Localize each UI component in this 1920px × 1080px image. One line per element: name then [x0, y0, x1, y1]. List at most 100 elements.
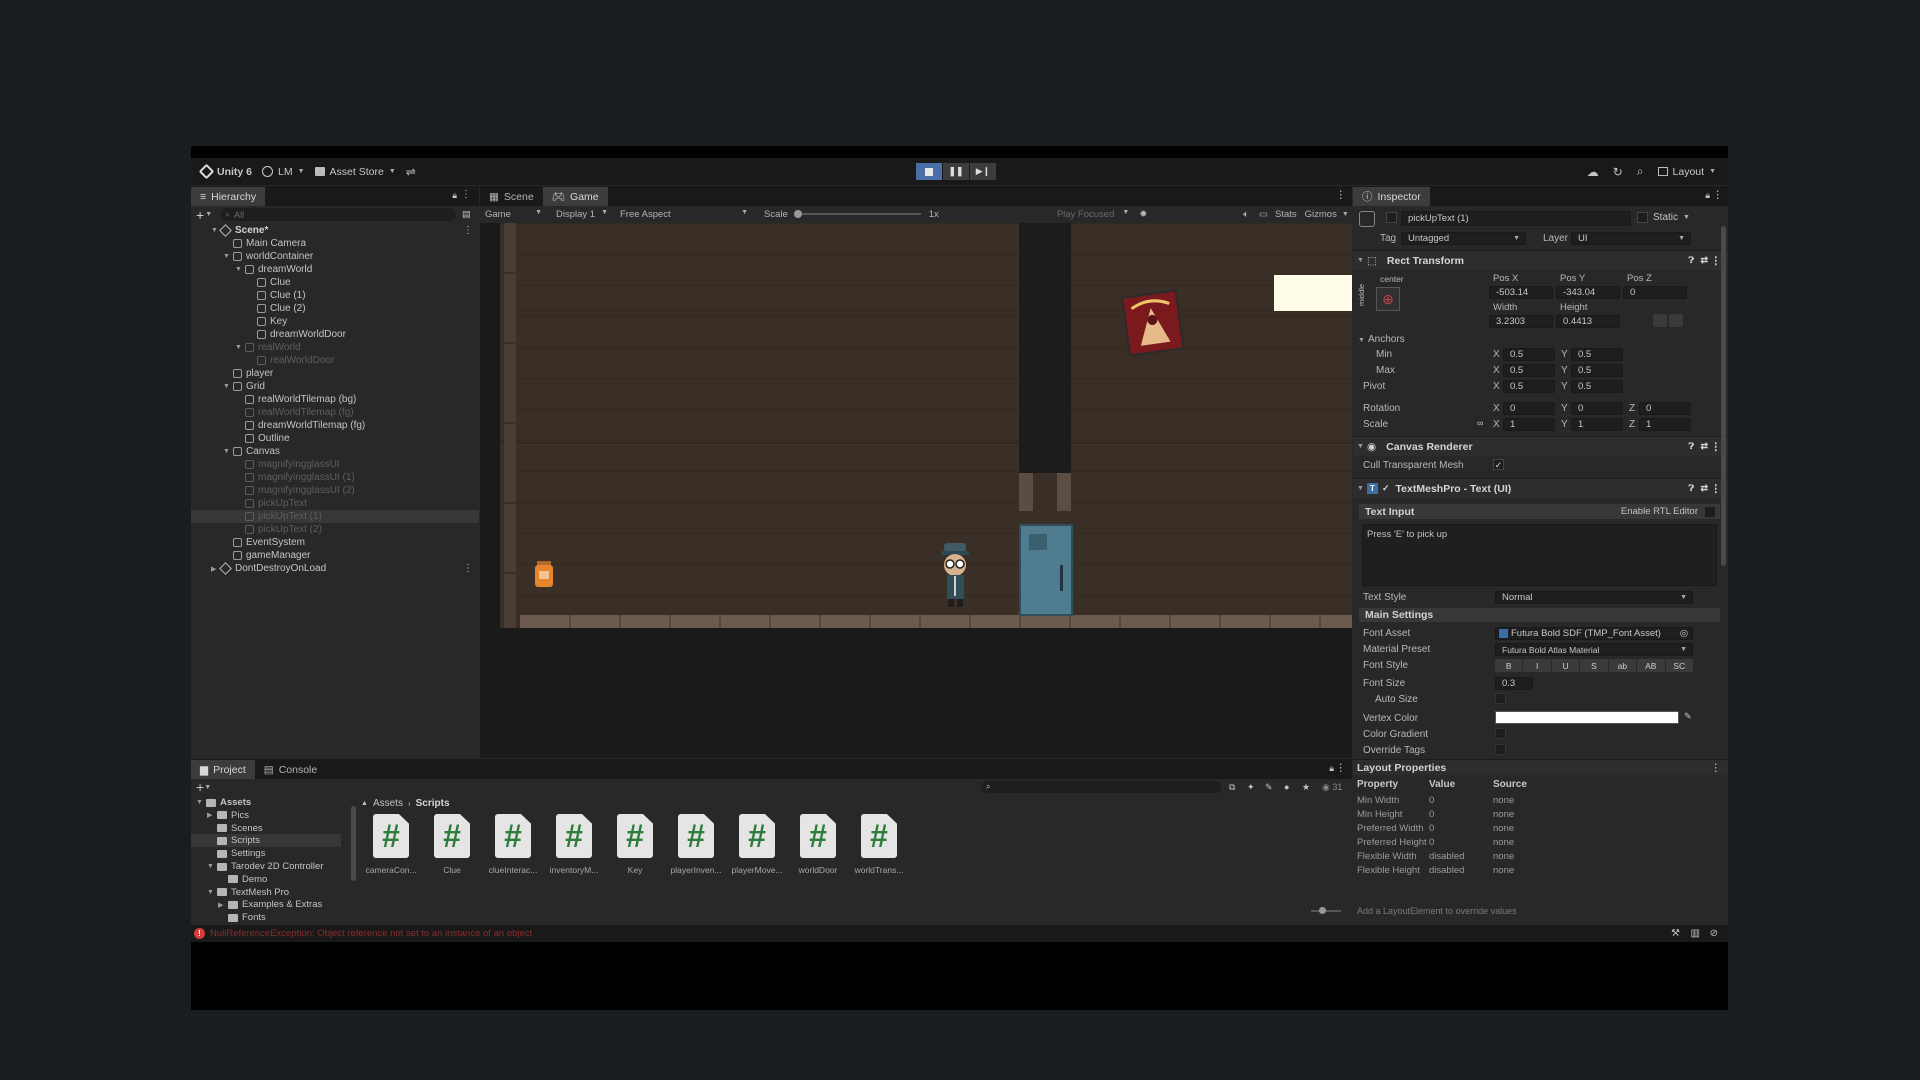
script-asset[interactable]: # worldTrans...: [849, 814, 909, 875]
script-asset[interactable]: # worldDoor: [788, 814, 848, 875]
filter-icon[interactable]: ▤: [462, 209, 471, 220]
material-dropdown[interactable]: Futura Bold Atlas Material ▼: [1495, 643, 1693, 656]
kebab-menu-icon[interactable]: ⋮: [461, 189, 471, 200]
chevron-down-icon[interactable]: ▼: [1358, 337, 1368, 344]
game-viewport[interactable]: [480, 223, 1352, 758]
static-checkbox[interactable]: [1637, 212, 1648, 223]
font-style-button[interactable]: ab: [1608, 659, 1637, 672]
add-icon[interactable]: +: [196, 207, 204, 223]
hierarchy-item[interactable]: Key: [191, 315, 479, 328]
favorite-icon[interactable]: ★: [1302, 782, 1310, 793]
hierarchy-item[interactable]: Clue: [191, 276, 479, 289]
hierarchy-item[interactable]: dreamWorldDoor: [191, 328, 479, 341]
lock-icon[interactable]: 🔒︎: [1705, 190, 1710, 201]
slider-thumb[interactable]: [793, 210, 802, 218]
help-icon[interactable]: ❓︎: [1689, 441, 1694, 452]
kebab-menu-icon[interactable]: ⋮: [1713, 189, 1724, 201]
color-gradient-checkbox[interactable]: [1495, 728, 1506, 739]
kebab-menu-icon[interactable]: ⋮: [1711, 255, 1722, 267]
scale-x-field[interactable]: 1: [1503, 418, 1555, 431]
project-tree-scrollbar[interactable]: [351, 806, 356, 881]
breadcrumb-scripts[interactable]: Scripts: [416, 798, 450, 809]
layer-dropdown[interactable]: UI ▼: [1571, 232, 1691, 245]
hierarchy-search[interactable]: ⌕ All: [220, 208, 457, 221]
script-asset[interactable]: # Key: [605, 814, 665, 875]
hierarchy-item[interactable]: ▼ worldContainer: [191, 250, 479, 263]
hierarchy-item[interactable]: Clue (1): [191, 289, 479, 302]
folder-item[interactable]: Fonts: [191, 911, 341, 924]
hierarchy-item[interactable]: ▼ Grid: [191, 380, 479, 393]
help-icon[interactable]: ❓︎: [1689, 483, 1694, 494]
script-asset[interactable]: # playerInven...: [666, 814, 726, 875]
hierarchy-item[interactable]: dreamWorldTilemap (fg): [191, 419, 479, 432]
tab-project[interactable]: ▆ Project: [191, 760, 255, 779]
hierarchy-item[interactable]: Main Camera: [191, 237, 479, 250]
bug-icon[interactable]: ✹: [1139, 209, 1147, 220]
tab-game[interactable]: 🎮︎ Game: [542, 187, 608, 206]
kebab-menu-icon[interactable]: ⋮: [1336, 762, 1347, 774]
hierarchy-item[interactable]: EventSystem: [191, 536, 479, 549]
constrain-proportions-icon[interactable]: ∞: [1477, 418, 1483, 428]
icon-size-slider[interactable]: [1311, 907, 1341, 914]
rtl-checkbox[interactable]: [1705, 506, 1715, 517]
width-field[interactable]: 3.2303: [1489, 315, 1553, 328]
hierarchy-item[interactable]: magnifyingglassUI (1): [191, 471, 479, 484]
progress-icon[interactable]: ▥: [1691, 928, 1700, 939]
active-checkbox[interactable]: [1386, 212, 1397, 223]
tab-console[interactable]: ▤ Console: [255, 760, 326, 779]
pivot-x-field[interactable]: 0.5: [1503, 380, 1555, 393]
add-icon[interactable]: +: [196, 779, 204, 795]
override-tags-checkbox[interactable]: [1495, 744, 1506, 755]
build-icon[interactable]: ⚒: [1671, 928, 1680, 939]
preset-icon[interactable]: ⇄: [1700, 255, 1708, 266]
chevron-down-icon[interactable]: ▼: [235, 266, 245, 273]
hierarchy-item[interactable]: ▼ dreamWorld: [191, 263, 479, 276]
play-button[interactable]: [916, 163, 942, 180]
dontdestroy-row[interactable]: ▶ DontDestroyOnLoad ⋮: [191, 562, 479, 575]
posz-field[interactable]: 0: [1623, 286, 1687, 299]
font-style-button[interactable]: I: [1523, 659, 1551, 672]
tab-inspector[interactable]: ⓘ Inspector: [1353, 187, 1430, 206]
chevron-down-icon[interactable]: ▼: [223, 448, 233, 455]
preset-icon[interactable]: ⇄: [1700, 483, 1708, 494]
slider-thumb[interactable]: [1319, 907, 1326, 914]
rot-x-field[interactable]: 0: [1503, 402, 1555, 415]
chevron-right-icon[interactable]: ▶: [218, 901, 228, 909]
hierarchy-item[interactable]: ▼ realWorld: [191, 341, 479, 354]
text-input-area[interactable]: Press 'E' to pick up: [1362, 524, 1717, 586]
textmeshpro-header[interactable]: ▼ T ✓ TextMeshPro - Text (UI) ❓︎ ⇄ ⋮: [1353, 478, 1728, 498]
layout-properties-header[interactable]: Layout Properties ⋮: [1353, 759, 1728, 775]
account-dropdown[interactable]: LM ▼: [262, 162, 305, 182]
rot-z-field[interactable]: 0: [1639, 402, 1691, 415]
pause-button[interactable]: ❚❚: [943, 163, 969, 180]
sync-icon[interactable]: ⊘: [1710, 928, 1718, 939]
hierarchy-item[interactable]: player: [191, 367, 479, 380]
mute-audio-icon[interactable]: 🔈︎: [1243, 209, 1249, 220]
chevron-down-icon[interactable]: ▼: [205, 211, 212, 218]
inspector-scrollbar[interactable]: [1721, 226, 1726, 566]
chevron-down-icon[interactable]: ▼: [196, 799, 206, 806]
kebab-menu-icon[interactable]: ⋮: [463, 563, 473, 574]
lock-icon[interactable]: 🔒︎: [452, 190, 457, 201]
filter-type-icon[interactable]: ⧉: [1229, 782, 1235, 793]
aspect-dropdown[interactable]: Free Aspect ▼: [612, 209, 752, 220]
folder-item[interactable]: ▼ TextMesh Pro: [191, 886, 341, 899]
static-toggle[interactable]: Static ▼: [1637, 212, 1690, 223]
history-icon[interactable]: ↻: [1613, 165, 1623, 179]
lock-icon[interactable]: 🔒︎: [1329, 763, 1334, 774]
kebab-menu-icon[interactable]: ⋮: [1711, 483, 1722, 495]
script-asset[interactable]: # clueInterac...: [483, 814, 543, 875]
anchor-presets-button[interactable]: ⊕: [1376, 287, 1400, 311]
scale-z-field[interactable]: 1: [1639, 418, 1691, 431]
info-icon[interactable]: ●: [1284, 782, 1289, 792]
folder-item[interactable]: ▼ Assets: [191, 796, 341, 809]
max-y-field[interactable]: 0.5: [1571, 364, 1623, 377]
blueprint-mode-icon[interactable]: [1653, 314, 1667, 327]
folder-item[interactable]: ▶ Pics: [191, 809, 341, 822]
script-asset[interactable]: # inventoryM...: [544, 814, 604, 875]
min-x-field[interactable]: 0.5: [1503, 348, 1555, 361]
min-y-field[interactable]: 0.5: [1571, 348, 1623, 361]
chevron-down-icon[interactable]: ▼: [1342, 211, 1349, 218]
hierarchy-item[interactable]: realWorldDoor: [191, 354, 479, 367]
game-mode-dropdown[interactable]: Game ▼: [480, 209, 548, 220]
